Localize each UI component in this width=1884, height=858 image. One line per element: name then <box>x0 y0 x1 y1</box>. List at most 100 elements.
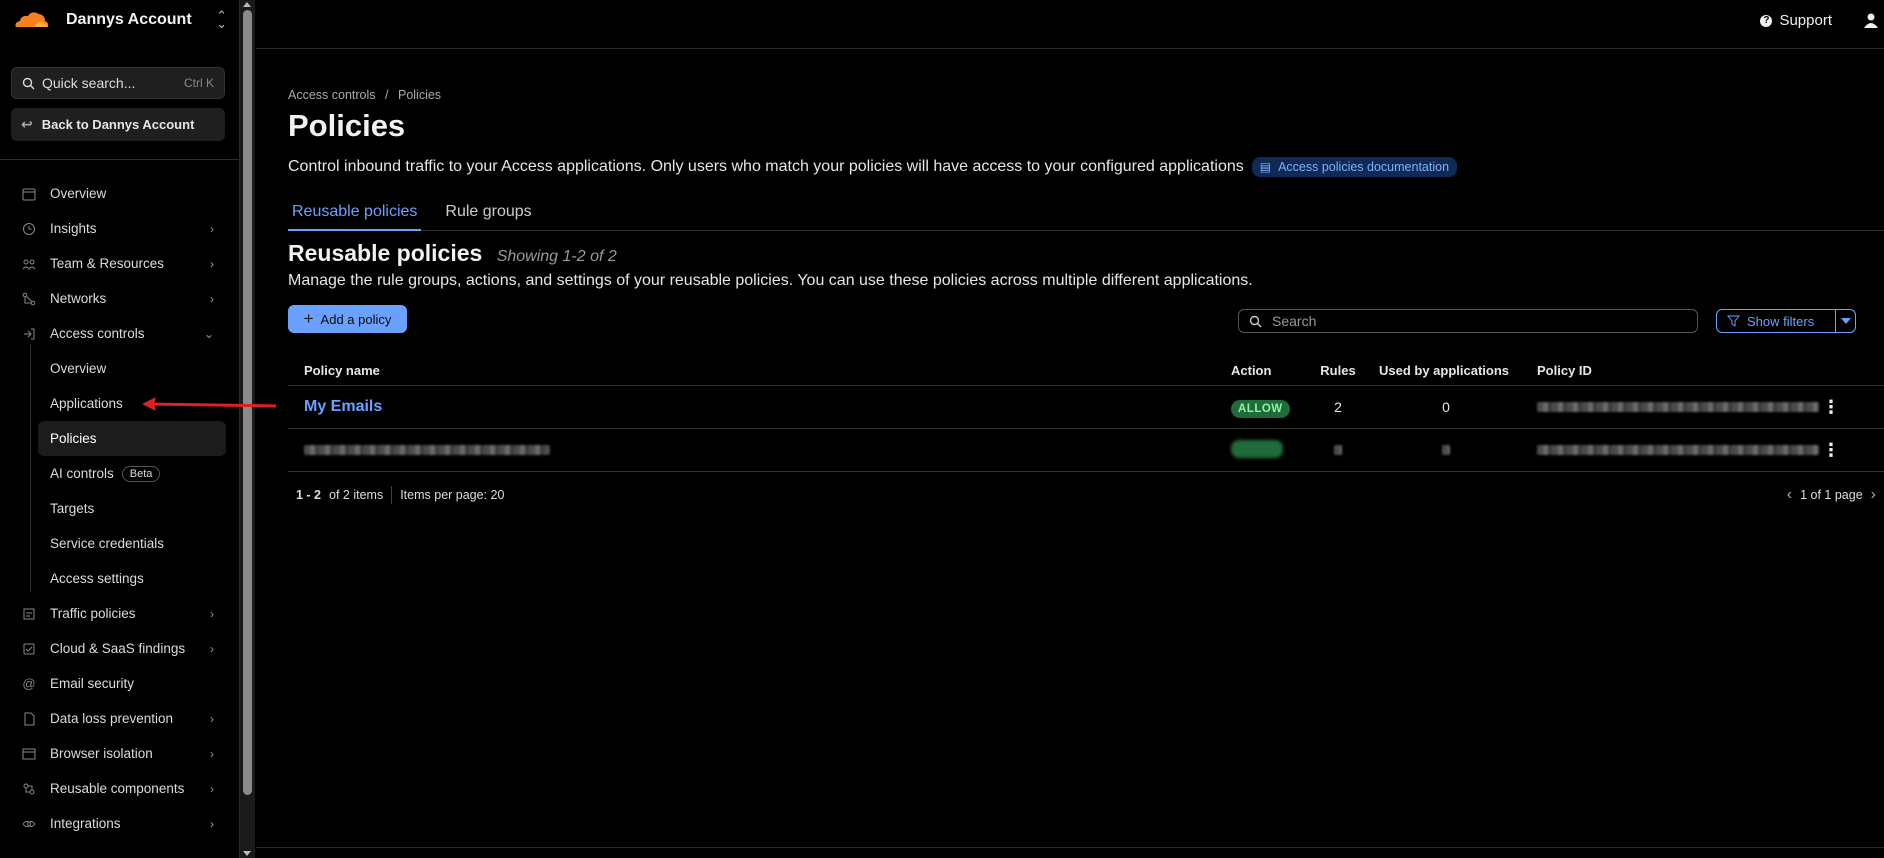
header-policy-name[interactable]: Policy name <box>288 363 1215 378</box>
sidebar-item-label: Team & Resources <box>50 256 165 271</box>
sidebar-item-label: Access controls <box>50 326 145 341</box>
calendar-icon <box>22 187 36 201</box>
policies-table: Policy name Action Rules Used by applica… <box>288 356 1884 472</box>
tab-reusable-policies[interactable]: Reusable policies <box>288 199 422 231</box>
sidebar-item-overview[interactable]: Overview <box>0 176 240 211</box>
puzzle-icon <box>22 782 36 796</box>
sidebar-item-team[interactable]: Team & Resources › <box>0 246 240 281</box>
policy-name-link[interactable]: My Emails <box>304 398 382 415</box>
pagination-divider <box>391 486 393 504</box>
sidebar-subitem-access-settings[interactable]: Access settings <box>0 561 240 596</box>
app-window: Dannys Account ⌃ ⌄ Quick search... Ctrl K… <box>0 0 1884 858</box>
redacted-used-by-count <box>1442 445 1450 455</box>
page-title: Policies <box>288 108 406 143</box>
redacted-policy-name[interactable] <box>304 445 550 455</box>
clock-icon <box>22 222 36 236</box>
sidebar-item-browser-isolation[interactable]: Browser isolation › <box>0 736 240 771</box>
more-options-icon[interactable]: ⋮ <box>1822 397 1840 417</box>
support-label: Support <box>1779 12 1832 29</box>
show-filters-label-wrap[interactable]: Show filters <box>1717 314 1835 329</box>
plus-icon: + <box>303 309 314 328</box>
sidebar-subitem-service-credentials[interactable]: Service credentials <box>0 526 240 561</box>
sidebar-item-email-security[interactable]: @ Email security <box>0 666 240 701</box>
table-row[interactable]: ⋮ <box>288 429 1884 472</box>
sidebar-item-label: AI controls <box>50 466 114 481</box>
page-description-text: Control inbound traffic to your Access a… <box>288 158 1244 175</box>
sidebar-item-access-controls[interactable]: Access controls ⌄ <box>0 316 240 351</box>
network-icon <box>22 292 36 306</box>
sidebar-item-label: Integrations <box>50 816 121 831</box>
quick-search-button[interactable]: Quick search... Ctrl K <box>11 67 225 99</box>
back-label: Back to Dannys Account <box>41 117 195 132</box>
header-used-by-applications[interactable]: Used by applications <box>1371 363 1521 378</box>
account-switcher[interactable]: Dannys Account ⌃ ⌄ <box>0 0 239 40</box>
sidebar-item-label: Access settings <box>50 571 144 586</box>
sidebar-subitem-overview[interactable]: Overview <box>0 351 240 386</box>
more-options-icon[interactable]: ⋮ <box>1822 440 1840 460</box>
policy-search-input[interactable]: Search <box>1238 309 1698 333</box>
sidebar-item-label: Overview <box>50 361 107 376</box>
redacted-action-badge <box>1231 439 1283 458</box>
cloudflare-logo-icon <box>14 12 49 29</box>
browser-icon <box>22 747 36 761</box>
pagination-range: 1 - 2 <box>296 488 322 502</box>
section-title-text: Reusable policies <box>288 240 483 266</box>
at-sign-icon: @ <box>22 676 36 691</box>
team-icon <box>22 257 36 271</box>
rules-count: 2 <box>1334 399 1342 415</box>
header-action[interactable]: Action <box>1215 363 1305 378</box>
sidebar-subitem-ai-controls[interactable]: AI controls Beta <box>0 456 240 491</box>
access-icon <box>22 327 36 341</box>
quick-search-label: Quick search... <box>42 75 136 91</box>
sidebar-item-reusable-components[interactable]: Reusable components › <box>0 771 240 806</box>
sidebar-item-data-loss-prevention[interactable]: Data loss prevention › <box>0 701 240 736</box>
show-filters-label: Show filters <box>1747 313 1815 329</box>
sidebar-subitem-targets[interactable]: Targets <box>0 491 240 526</box>
table-row[interactable]: My Emails ALLOW 2 0 ⋮ <box>288 386 1884 429</box>
header-rules[interactable]: Rules <box>1305 363 1371 378</box>
docs-link[interactable]: ▤ Access policies documentation <box>1251 157 1458 177</box>
sidebar-item-networks[interactable]: Networks › <box>0 281 240 316</box>
breadcrumb: Access controls / Policies <box>288 88 441 102</box>
result-count: Showing 1-2 of 2 <box>496 248 617 265</box>
sidebar-item-label: Browser isolation <box>50 746 153 761</box>
support-menu[interactable]: ? Support <box>1760 12 1832 29</box>
sidebar-item-label: Cloud & SaaS findings <box>50 641 186 656</box>
traffic-icon <box>22 607 36 621</box>
chevron-right-icon[interactable]: › <box>1871 486 1876 504</box>
header-policy-id[interactable]: Policy ID <box>1521 363 1811 378</box>
chevron-right-icon: › <box>210 816 214 831</box>
add-policy-label: Add a policy <box>320 311 392 327</box>
sidebar-item-cloud-saas[interactable]: Cloud & SaaS findings › <box>0 631 240 666</box>
chevron-left-icon[interactable]: ‹ <box>1787 486 1792 504</box>
sidebar-item-label: Policies <box>50 431 97 446</box>
chevron-down-icon: ⌄ <box>203 326 214 341</box>
chevron-right-icon: › <box>210 256 214 271</box>
back-to-account-button[interactable]: ↩ Back to Dannys Account <box>11 108 225 141</box>
caret-down-icon <box>1840 318 1851 324</box>
sidebar-item-label: Applications <box>50 396 123 411</box>
search-placeholder: Search <box>1272 313 1317 329</box>
sidebar-divider <box>0 159 240 160</box>
show-filters-button[interactable]: Show filters <box>1716 309 1856 333</box>
breadcrumb-access-controls[interactable]: Access controls <box>288 88 376 102</box>
sidebar-item-traffic-policies[interactable]: Traffic policies › <box>0 596 240 631</box>
filter-icon <box>1727 315 1740 327</box>
add-policy-button[interactable]: + Add a policy <box>288 305 407 333</box>
chevron-right-icon: › <box>210 606 214 621</box>
scroll-up-arrow-icon[interactable] <box>243 2 251 7</box>
sidebar-item-integrations[interactable]: Integrations › <box>0 806 240 841</box>
scroll-down-arrow-icon[interactable] <box>243 851 251 856</box>
tab-bar: Reusable policies Rule groups <box>288 199 1884 231</box>
sidebar-subitem-policies[interactable]: Policies <box>38 421 226 456</box>
sidebar-item-label: Targets <box>50 501 95 516</box>
items-per-page-select[interactable]: Items per page: 20 <box>400 488 504 502</box>
sidebar-scrollbar[interactable] <box>240 0 255 858</box>
action-badge: ALLOW <box>1231 400 1290 418</box>
user-icon[interactable] <box>1864 12 1878 28</box>
sidebar-item-insights[interactable]: Insights › <box>0 211 240 246</box>
tab-rule-groups[interactable]: Rule groups <box>441 199 535 231</box>
filters-dropdown-toggle[interactable] <box>1835 310 1855 332</box>
sidebar-item-label: Networks <box>50 291 107 306</box>
sidebar-item-label: Email security <box>50 676 135 691</box>
